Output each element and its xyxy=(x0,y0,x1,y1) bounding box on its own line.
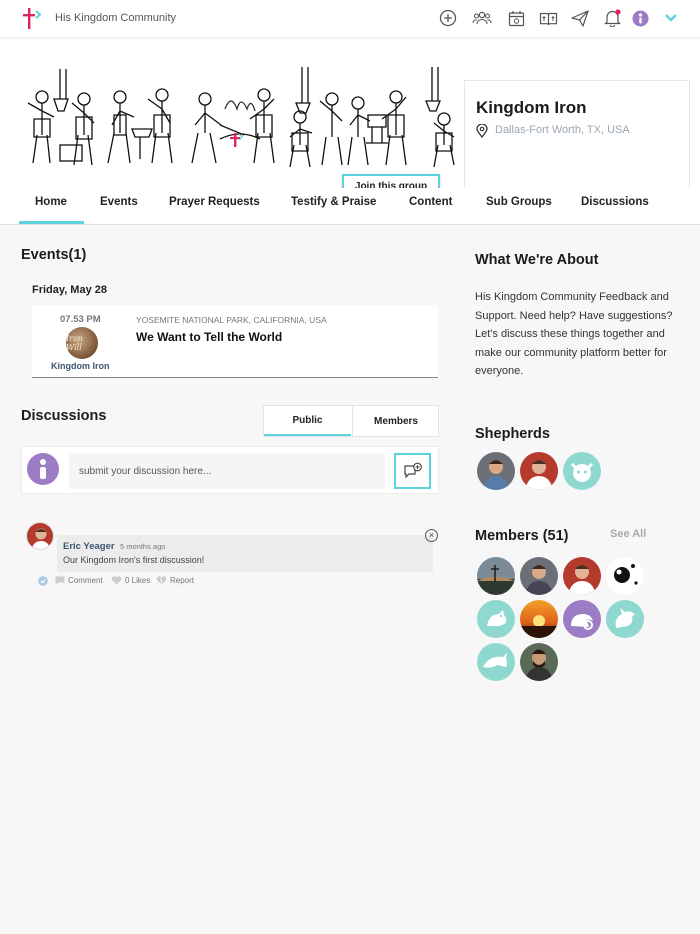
members-heading: Members (51) xyxy=(475,528,569,544)
tab-discussions[interactable]: Discussions xyxy=(581,196,649,208)
see-all-members-link[interactable]: See All xyxy=(610,528,646,540)
shepherd-avatar[interactable] xyxy=(520,452,558,490)
report-action[interactable]: Report xyxy=(156,576,194,585)
bell-icon[interactable] xyxy=(602,8,622,28)
heart-icon xyxy=(111,576,122,585)
group-name: Kingdom Iron xyxy=(476,98,587,117)
about-text: His Kingdom Community Feedback and Suppo… xyxy=(475,291,673,377)
report-label: Report xyxy=(170,576,195,585)
broken-heart-icon xyxy=(156,576,167,585)
submit-discussion-button[interactable] xyxy=(394,453,431,489)
member-avatar[interactable] xyxy=(606,600,644,638)
member-avatar[interactable] xyxy=(563,600,601,638)
event-title[interactable]: We Want to Tell the World xyxy=(136,330,282,344)
event-card[interactable]: 07.53 PM Iron Will Kingdom Iron YOSEMITE… xyxy=(32,305,438,378)
group-location: Dallas-Fort Worth, TX, USA xyxy=(495,124,630,136)
member-avatar[interactable] xyxy=(563,557,601,595)
member-avatar[interactable] xyxy=(520,557,558,595)
member-avatar[interactable] xyxy=(477,643,515,681)
post-author-avatar[interactable] xyxy=(26,522,54,550)
group-tabs: Home Events Prayer Requests Testify & Pr… xyxy=(0,188,700,225)
events-heading: Events(1) xyxy=(21,247,87,263)
groups-icon[interactable] xyxy=(472,8,492,28)
tab-sub-groups[interactable]: Sub Groups xyxy=(486,196,552,208)
app-logo-icon[interactable] xyxy=(22,5,46,31)
brand-name: His Kingdom Community xyxy=(55,12,177,24)
discussions-heading: Discussions xyxy=(21,408,107,424)
post-text: Our Kingdom Iron's first discussion! xyxy=(63,555,205,565)
post-time: 5 months ago xyxy=(120,542,166,551)
event-time: 07.53 PM xyxy=(60,314,101,325)
close-icon[interactable]: × xyxy=(425,529,438,542)
member-avatar[interactable] xyxy=(520,643,558,681)
tab-prayer-requests[interactable]: Prayer Requests xyxy=(169,196,260,208)
tab-content[interactable]: Content xyxy=(409,196,452,208)
discussion-visibility-toggle: Public Members xyxy=(263,405,439,437)
about-heading: What We're About xyxy=(475,252,599,268)
location-pin-icon xyxy=(476,124,488,138)
send-icon[interactable] xyxy=(570,8,590,28)
tab-events[interactable]: Events xyxy=(100,196,138,208)
chevron-down-icon[interactable] xyxy=(661,8,681,28)
discussion-input[interactable] xyxy=(69,453,385,489)
member-avatar[interactable] xyxy=(477,600,515,638)
shepherd-avatar[interactable] xyxy=(477,452,515,490)
discussion-composer xyxy=(21,446,439,494)
user-avatar-icon[interactable] xyxy=(630,8,650,28)
comment-label: Comment xyxy=(68,576,103,585)
add-circle-icon[interactable] xyxy=(438,8,458,28)
event-date: Friday, May 28 xyxy=(32,284,107,296)
segment-public[interactable]: Public xyxy=(264,406,351,436)
shepherds-heading: Shepherds xyxy=(475,426,550,442)
event-location: YOSEMITE NATIONAL PARK, CALIFORNIA, USA xyxy=(136,315,327,325)
bible-icon[interactable] xyxy=(538,8,558,28)
calendar-icon[interactable] xyxy=(506,8,526,28)
comment-action[interactable]: Comment xyxy=(55,576,103,585)
like-action[interactable]: 0 Likes xyxy=(111,576,150,585)
segment-members[interactable]: Members xyxy=(352,406,439,436)
member-avatar[interactable] xyxy=(606,557,644,595)
member-avatar[interactable] xyxy=(520,600,558,638)
post-author[interactable]: Eric Yeager xyxy=(63,541,115,552)
discussion-post: Eric Yeager 5 months ago Our Kingdom Iro… xyxy=(57,535,433,572)
top-nav-bar: His Kingdom Community xyxy=(0,0,700,37)
shepherd-avatar[interactable] xyxy=(563,452,601,490)
likes-count: 0 Likes xyxy=(125,576,151,585)
event-group-name[interactable]: Kingdom Iron xyxy=(51,361,110,371)
member-avatar[interactable] xyxy=(477,557,515,595)
tab-testify-praise[interactable]: Testify & Praise xyxy=(291,196,376,208)
check-icon xyxy=(38,576,48,586)
event-group-image: Iron Will xyxy=(66,327,98,359)
comment-icon xyxy=(55,576,65,585)
tab-home[interactable]: Home xyxy=(35,196,67,208)
chat-add-icon xyxy=(403,462,422,479)
group-banner-image xyxy=(27,67,455,168)
active-tab-indicator xyxy=(19,221,84,224)
user-avatar xyxy=(27,453,59,485)
